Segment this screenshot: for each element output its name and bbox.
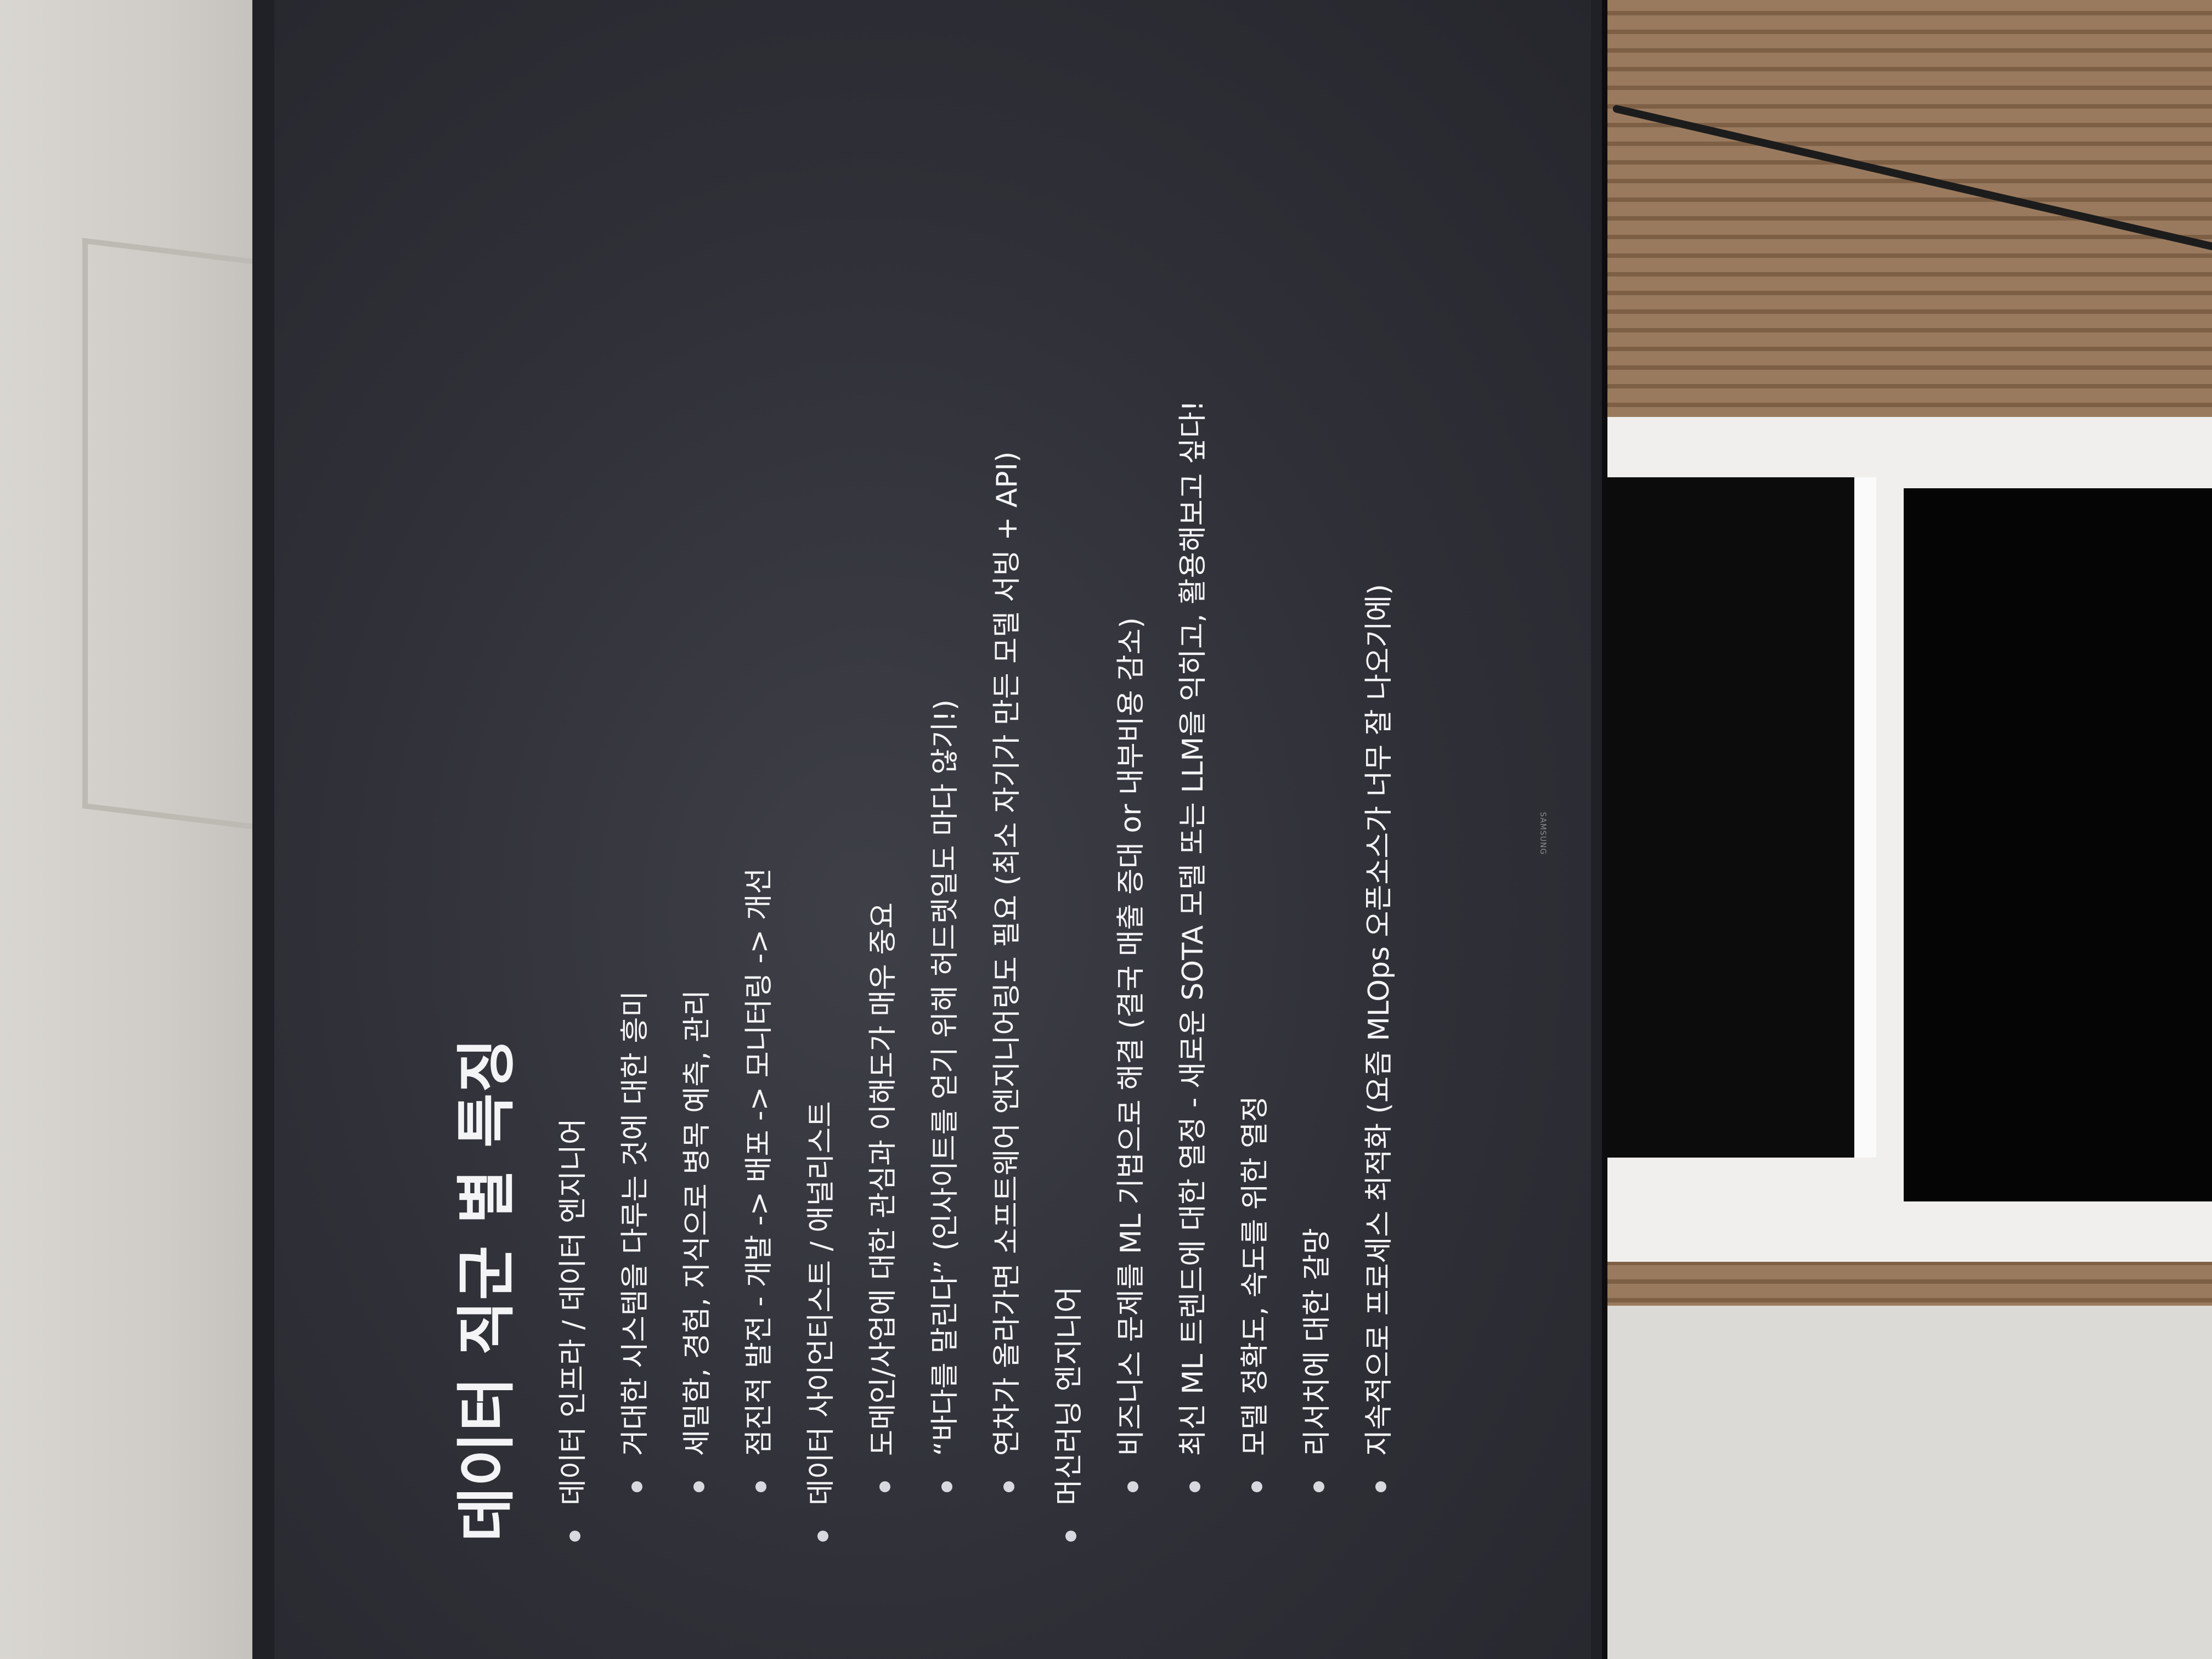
bullet-line: 도메인/사업에 대한 관심과 이해도가 매우 중요	[867, 902, 900, 1492]
cabinet-glass-left	[1569, 477, 1876, 1158]
bullet-icon	[693, 1481, 704, 1492]
wall-panel	[82, 238, 274, 832]
bullet-line: 연차가 올라가면 소프트웨어 엔지니어링도 필요 (최소 자기가 만든 모델 서…	[991, 452, 1024, 1492]
bullet-line: 리서치에 대한 갈망	[1301, 1228, 1334, 1492]
bullet-line: 지속적으로 프로세스 최적화 (요즘 MLOps 오픈소스가 너무 잘 나오기에…	[1363, 584, 1396, 1492]
tv-brand-label: SAMSUNG	[1538, 812, 1547, 855]
bullet-icon	[1189, 1481, 1200, 1492]
presentation-slide: 데이터 직군 별 특징 데이터 인프라 / 데이터 엔지니어 거대한 시스템을 …	[400, 258, 1591, 1575]
bullet-line: 비즈니스 문제를 ML 기법으로 해결 (결국 매출 증대 or 내부비용 감소…	[1115, 617, 1148, 1492]
bullet-icon	[569, 1531, 580, 1542]
bullet-icon	[631, 1481, 642, 1492]
slide-title: 데이터 직군 별 특징	[453, 1037, 521, 1542]
bullet-icon	[1127, 1481, 1138, 1492]
bullet-line: 거대한 시스템을 다루는 것에 대한 흥미	[619, 991, 652, 1492]
bullet-line: 데이터 인프라 / 데이터 엔지니어	[557, 1118, 590, 1542]
bullet-icon	[1003, 1481, 1014, 1492]
bullet-icon	[817, 1531, 828, 1542]
bullet-icon	[941, 1481, 952, 1492]
tv-screen: 데이터 직군 별 특징 데이터 인프라 / 데이터 엔지니어 거대한 시스템을 …	[274, 0, 1591, 1659]
bullet-line: “바다를 말린다” (인사이트를 얻기 위해 허드렛일도 마다 않기!)	[929, 699, 962, 1492]
bullet-line: 최신 ML 트렌드에 대한 열정 - 새로운 SOTA 모델 또는 LLM을 익…	[1177, 400, 1210, 1492]
bullet-line: 점진적 발전 - 개발 -> 배포 -> 모니터링 -> 개선	[743, 868, 776, 1492]
bullet-icon	[1375, 1481, 1386, 1492]
lower-wall-right	[1564, 1306, 2212, 1659]
cabinet-glass-right	[1904, 488, 2212, 1201]
bullet-icon	[1251, 1481, 1262, 1492]
bullet-icon	[1313, 1481, 1324, 1492]
bullet-line: 데이터 사이언티스트 / 애널리스트	[805, 1101, 838, 1542]
photo-scene: 데이터 직군 별 특징 데이터 인프라 / 데이터 엔지니어 거대한 시스템을 …	[0, 0, 2212, 1659]
bullet-line: 모델 정확도, 속도를 위한 열정	[1239, 1096, 1272, 1492]
bullet-icon	[879, 1481, 890, 1492]
bullet-line: 머신러닝 엔지니어	[1053, 1286, 1086, 1542]
bullet-icon	[1065, 1531, 1076, 1542]
bullet-line: 세밀함, 경험, 지식으로 병목 예측, 관리	[681, 990, 714, 1492]
bullet-icon	[755, 1481, 766, 1492]
